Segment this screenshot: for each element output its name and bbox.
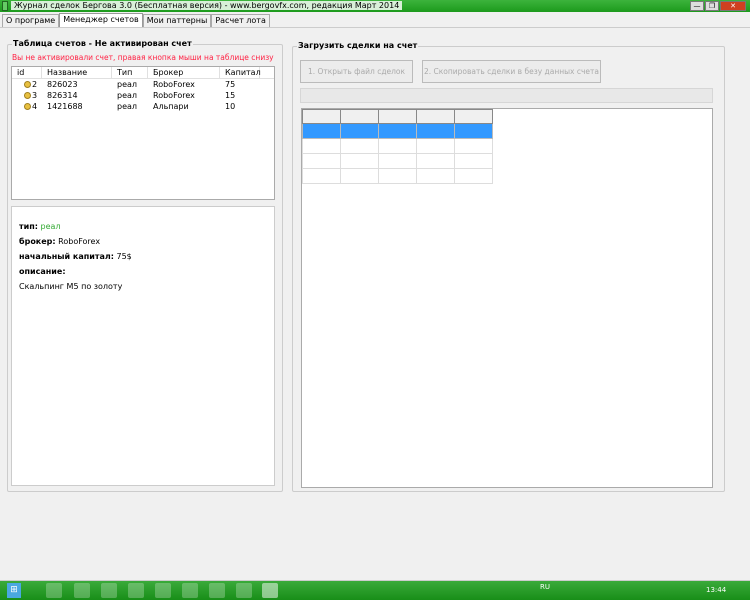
app-icon	[2, 1, 8, 11]
description-value: Скальпинг М5 по золоту	[19, 282, 123, 291]
cell-id: 3	[32, 91, 38, 100]
grid-header-row	[302, 109, 493, 124]
cell-type: реал	[117, 80, 138, 89]
clock[interactable]: 13:44	[706, 586, 726, 594]
table-row[interactable]: 3 826314 реал RoboForex 15	[12, 90, 274, 101]
grid-row[interactable]	[302, 168, 493, 184]
accounts-table[interactable]: id Название Тип Брокер Капитал 2 826023 ре…	[11, 66, 275, 200]
grid-row-selected[interactable]	[302, 123, 493, 139]
minimize-button[interactable]: —	[690, 1, 704, 11]
col-capital[interactable]: Капитал	[220, 67, 261, 78]
warning-text: Вы не активировали счет, правая кнопка м…	[12, 53, 274, 62]
window-icon[interactable]	[236, 583, 252, 598]
tab-about[interactable]: О програме	[2, 14, 60, 27]
broker-value: RoboForex	[58, 237, 101, 246]
table-header: id Название Тип Брокер Капитал	[12, 67, 274, 79]
account-icon	[24, 81, 31, 88]
cell-capital: 15	[225, 91, 236, 100]
capital-value: 75$	[116, 252, 132, 261]
tab-divider	[0, 27, 750, 28]
accounts-legend: Таблица счетов - Не активирован счет	[12, 39, 193, 48]
chrome-icon[interactable]	[155, 583, 171, 598]
deals-table[interactable]	[302, 109, 493, 184]
grid-row[interactable]	[302, 153, 493, 169]
photoshop-icon[interactable]	[209, 583, 225, 598]
cell-name: 1421688	[47, 102, 83, 111]
window-title: Журнал сделок Бергова 3.0 (Бесплатная ве…	[11, 1, 403, 10]
broker-label: брокер:	[19, 237, 56, 246]
copy-deals-button[interactable]: 2. Скопировать сделки в безу данных счет…	[422, 60, 601, 83]
cell-name: 826023	[47, 80, 78, 89]
account-icon	[24, 92, 31, 99]
tab-account-manager[interactable]: Менеджер счетов	[59, 13, 143, 27]
language-indicator[interactable]: RU	[540, 583, 550, 591]
skype-icon[interactable]	[128, 583, 144, 598]
load-legend: Загрузить сделки на счет	[297, 41, 419, 50]
col-name[interactable]: Название	[42, 67, 112, 78]
explorer-icon[interactable]	[46, 583, 62, 598]
cell-capital: 10	[225, 102, 236, 111]
cell-broker: RoboForex	[153, 91, 195, 100]
type-label: тип:	[19, 222, 38, 231]
close-button[interactable]: ✕	[720, 1, 746, 11]
taskbar: ⊞ RU 13:44	[0, 580, 750, 600]
journal-app-icon[interactable]	[262, 583, 278, 598]
account-icon	[24, 103, 31, 110]
type-value: реал	[40, 222, 61, 231]
tab-bar: О програме Менеджер счетов Мои паттерны …	[0, 13, 270, 27]
cell-broker: Альпари	[153, 102, 189, 111]
maximize-button[interactable]: ❐	[705, 1, 719, 11]
cell-capital: 75	[225, 80, 236, 89]
description-label: описание:	[19, 267, 66, 276]
col-type[interactable]: Тип	[112, 67, 148, 78]
cell-broker: RoboForex	[153, 80, 195, 89]
table-row[interactable]: 4 1421688 реал Альпари 10	[12, 101, 274, 112]
cell-id: 2	[32, 80, 38, 89]
tab-patterns[interactable]: Мои паттерны	[142, 14, 212, 27]
account-details: тип: реал брокер: RoboForex начальный ка…	[11, 206, 275, 486]
title-bar: Журнал сделок Бергова 3.0 (Бесплатная ве…	[0, 0, 750, 12]
col-id[interactable]: id	[12, 67, 42, 78]
capital-label: начальный капитал:	[19, 252, 114, 261]
deals-grid[interactable]	[301, 108, 713, 488]
progress-bar	[300, 88, 713, 103]
cell-type: реал	[117, 91, 138, 100]
app-icon[interactable]	[101, 583, 117, 598]
col-broker[interactable]: Брокер	[148, 67, 220, 78]
table-row[interactable]: 2 826023 реал RoboForex 75	[12, 79, 274, 90]
cell-type: реал	[117, 102, 138, 111]
cell-name: 826314	[47, 91, 78, 100]
opera-icon[interactable]	[74, 583, 90, 598]
grid-row[interactable]	[302, 138, 493, 154]
start-button[interactable]: ⊞	[7, 583, 21, 598]
cell-id: 4	[32, 102, 38, 111]
media-player-icon[interactable]	[182, 583, 198, 598]
open-file-button[interactable]: 1. Открыть файл сделок	[300, 60, 413, 83]
tab-lot-calc[interactable]: Расчет лота	[211, 14, 270, 27]
